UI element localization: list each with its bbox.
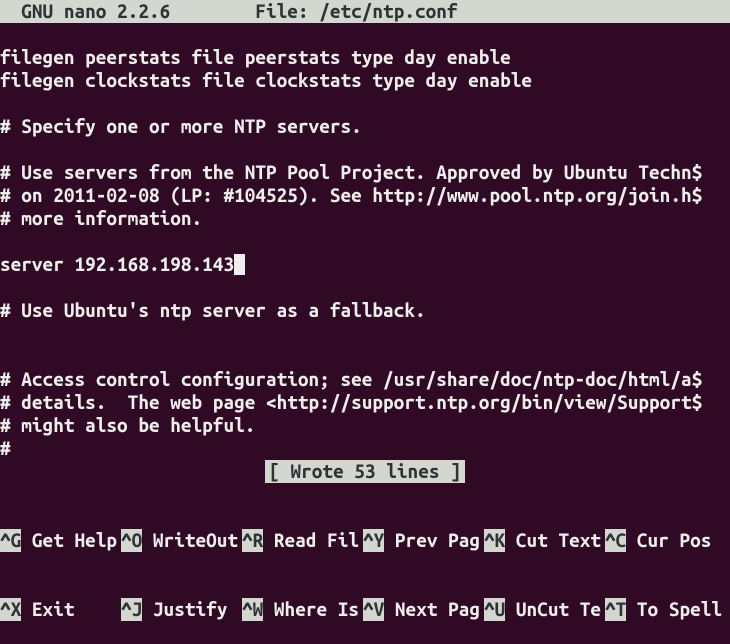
shortcut-label: Where Is bbox=[263, 598, 359, 621]
editor-line[interactable]: server 192.168.198.143 bbox=[0, 253, 730, 276]
shortcut-label: UnCut Te bbox=[505, 598, 601, 621]
shortcut-key: ^R bbox=[242, 529, 263, 552]
shortcut-key: ^T bbox=[605, 598, 626, 621]
editor-line[interactable] bbox=[0, 322, 730, 345]
shortcut-key: ^K bbox=[484, 529, 505, 552]
line-text: # Access control configuration; see /usr… bbox=[0, 368, 692, 390]
shortcut-key: ^W bbox=[242, 598, 263, 621]
line-truncation-icon: $ bbox=[692, 161, 703, 183]
shortcut-label: Cut Text bbox=[505, 529, 601, 552]
shortcut-item[interactable]: ^Y Prev Pag bbox=[363, 529, 484, 552]
editor-line[interactable] bbox=[0, 230, 730, 253]
shortcut-label: Exit bbox=[21, 598, 74, 621]
shortcut-label: Next Pag bbox=[384, 598, 480, 621]
shortcut-row-1: ^G Get Help^O WriteOut^R Read Fil^Y Prev… bbox=[0, 529, 730, 552]
nano-app-name: GNU nano 2.2.6 bbox=[0, 0, 170, 22]
line-text: # details. The web page <http://support.… bbox=[0, 391, 692, 413]
editor-line[interactable]: # might also be helpful. bbox=[0, 414, 730, 437]
shortcut-row-2: ^X Exit^J Justify^W Where Is^V Next Pag^… bbox=[0, 598, 730, 621]
line-text: # bbox=[0, 437, 11, 459]
shortcut-label: To Spell bbox=[626, 598, 722, 621]
shortcut-key: ^U bbox=[484, 598, 505, 621]
editor-line[interactable] bbox=[0, 345, 730, 368]
status-message: [ Wrote 53 lines ] bbox=[265, 460, 465, 483]
shortcut-item[interactable]: ^J Justify bbox=[121, 598, 242, 621]
shortcut-key: ^V bbox=[363, 598, 384, 621]
editor-line[interactable]: filegen peerstats file peerstats type da… bbox=[0, 46, 730, 69]
line-text: # might also be helpful. bbox=[0, 414, 255, 436]
shortcut-label: Get Help bbox=[21, 529, 117, 552]
editor-line[interactable]: # Use servers from the NTP Pool Project.… bbox=[0, 161, 730, 184]
shortcut-item[interactable]: ^G Get Help bbox=[0, 529, 121, 552]
shortcut-item[interactable]: ^U UnCut Te bbox=[484, 598, 605, 621]
line-text: # on 2011-02-08 (LP: #104525). See http:… bbox=[0, 184, 692, 206]
line-text: server 192.168.198.143 bbox=[0, 253, 234, 275]
editor-line[interactable]: # Access control configuration; see /usr… bbox=[0, 368, 730, 391]
shortcut-item[interactable]: ^W Where Is bbox=[242, 598, 363, 621]
editor-line[interactable]: # on 2011-02-08 (LP: #104525). See http:… bbox=[0, 184, 730, 207]
status-line: [ Wrote 53 lines ] bbox=[0, 460, 730, 483]
editor-line[interactable] bbox=[0, 92, 730, 115]
line-text: # more information. bbox=[0, 207, 202, 229]
shortcut-key: ^Y bbox=[363, 529, 384, 552]
text-cursor bbox=[234, 254, 245, 275]
editor-content[interactable]: filegen peerstats file peerstats type da… bbox=[0, 23, 730, 460]
editor-line[interactable]: # Specify one or more NTP servers. bbox=[0, 115, 730, 138]
line-text: # Use servers from the NTP Pool Project.… bbox=[0, 161, 692, 183]
shortcut-item[interactable]: ^K Cut Text bbox=[484, 529, 605, 552]
shortcut-item[interactable]: ^O WriteOut bbox=[121, 529, 242, 552]
editor-line[interactable]: # Use Ubuntu's ntp server as a fallback. bbox=[0, 299, 730, 322]
shortcut-label: Justify bbox=[142, 598, 227, 621]
shortcut-item[interactable]: ^R Read Fil bbox=[242, 529, 363, 552]
line-text: filegen clockstats file clockstats type … bbox=[0, 69, 532, 91]
shortcut-key: ^O bbox=[121, 529, 142, 552]
line-text: # Use Ubuntu's ntp server as a fallback. bbox=[0, 299, 426, 321]
shortcut-item[interactable]: ^T To Spell bbox=[605, 598, 725, 621]
shortcut-key: ^X bbox=[0, 598, 21, 621]
editor-line[interactable] bbox=[0, 276, 730, 299]
shortcut-label: Prev Pag bbox=[384, 529, 480, 552]
nano-file-label: File: /etc/ntp.conf bbox=[255, 0, 457, 22]
shortcut-bar: ^G Get Help^O WriteOut^R Read Fil^Y Prev… bbox=[0, 483, 730, 644]
shortcut-item[interactable]: ^X Exit bbox=[0, 598, 121, 621]
shortcut-key: ^J bbox=[121, 598, 142, 621]
editor-line[interactable]: # details. The web page <http://support.… bbox=[0, 391, 730, 414]
editor-line[interactable]: # more information. bbox=[0, 207, 730, 230]
nano-titlebar: GNU nano 2.2.6 File: /etc/ntp.conf bbox=[0, 0, 730, 23]
editor-line[interactable] bbox=[0, 23, 730, 46]
editor-line[interactable]: filegen clockstats file clockstats type … bbox=[0, 69, 730, 92]
line-truncation-icon: $ bbox=[692, 391, 703, 413]
line-truncation-icon: $ bbox=[692, 368, 703, 390]
editor-line[interactable]: # bbox=[0, 437, 730, 460]
line-text: # Specify one or more NTP servers. bbox=[0, 115, 362, 137]
shortcut-label: WriteOut bbox=[142, 529, 238, 552]
shortcut-key: ^G bbox=[0, 529, 21, 552]
shortcut-item[interactable]: ^C Cur Pos bbox=[605, 529, 725, 552]
shortcut-item[interactable]: ^V Next Pag bbox=[363, 598, 484, 621]
shortcut-label: Cur Pos bbox=[626, 529, 711, 552]
line-text: filegen peerstats file peerstats type da… bbox=[0, 46, 511, 68]
line-truncation-icon: $ bbox=[692, 184, 703, 206]
editor-line[interactable] bbox=[0, 138, 730, 161]
shortcut-key: ^C bbox=[605, 529, 626, 552]
shortcut-label: Read Fil bbox=[263, 529, 359, 552]
